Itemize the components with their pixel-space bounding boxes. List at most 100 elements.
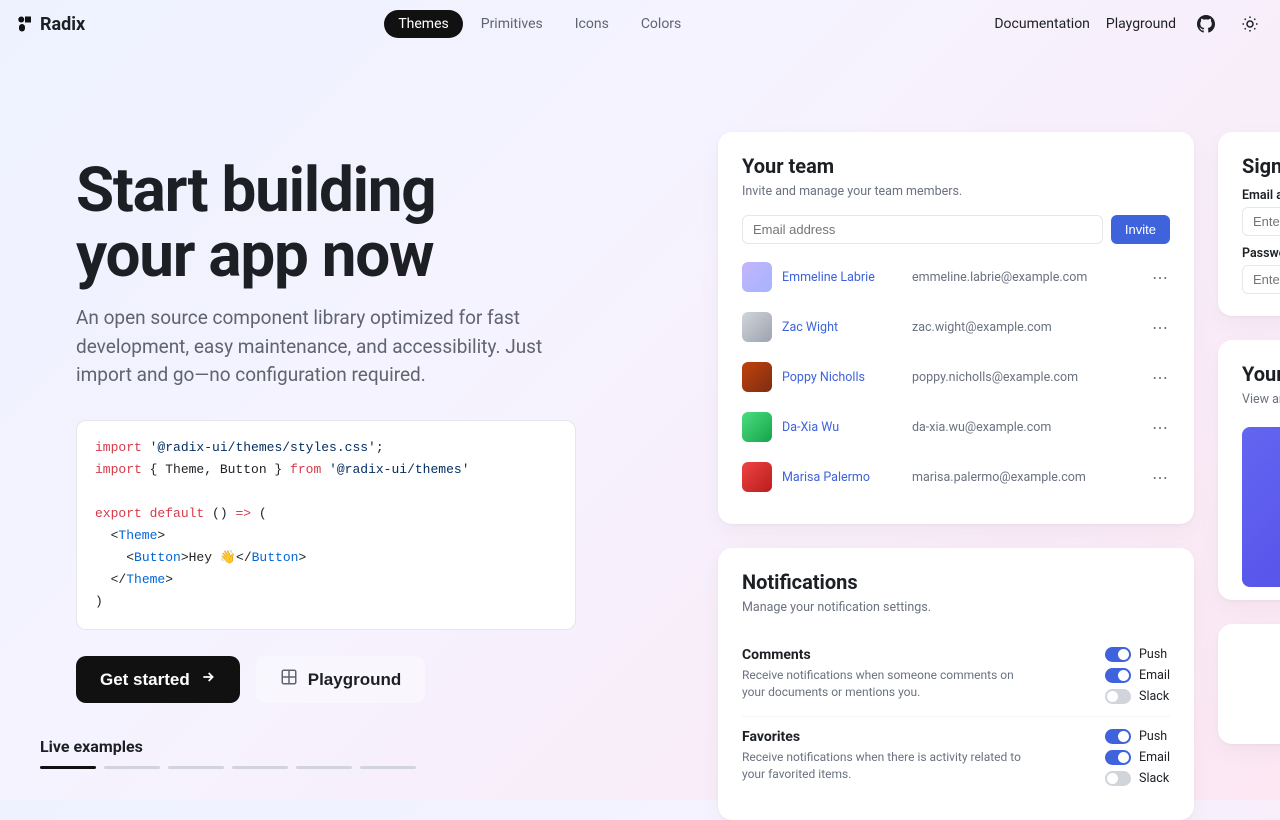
signup-password-input[interactable] — [1242, 265, 1280, 294]
avatar — [742, 412, 772, 442]
notif-item-title: Comments — [742, 647, 1105, 663]
notif-item-desc: Receive notifications when someone comme… — [742, 667, 1022, 701]
hero-title: Start building your app now — [76, 158, 620, 288]
channel-label: Slack — [1139, 689, 1169, 704]
grid-icon — [280, 668, 298, 691]
team-member-row: Emmeline Labrie emmeline.labrie@example.… — [742, 252, 1170, 302]
switch-slack[interactable] — [1105, 771, 1131, 786]
extra-card — [1218, 624, 1280, 744]
member-name[interactable]: Poppy Nicholls — [782, 370, 902, 385]
switch-push[interactable] — [1105, 647, 1131, 662]
avatar — [742, 262, 772, 292]
nav-tab-primitives[interactable]: Primitives — [467, 10, 557, 38]
member-name[interactable]: Marisa Palermo — [782, 470, 902, 485]
notif-item-desc: Receive notifications when there is acti… — [742, 749, 1022, 783]
logo-text: Radix — [40, 14, 85, 35]
invite-email-input[interactable] — [742, 215, 1103, 244]
member-menu-icon[interactable]: ⋯ — [1152, 468, 1170, 487]
switch-email[interactable] — [1105, 750, 1131, 765]
member-menu-icon[interactable]: ⋯ — [1152, 368, 1170, 387]
playground-label: Playground — [308, 670, 402, 690]
switch-email[interactable] — [1105, 668, 1131, 683]
notifications-title: Notifications — [742, 570, 1170, 594]
avatar — [742, 362, 772, 392]
avatar — [742, 312, 772, 342]
playground-button[interactable]: Playground — [256, 656, 426, 703]
notification-setting-row: Favorites Receive notifications when the… — [742, 717, 1170, 798]
live-tab-1[interactable] — [40, 766, 96, 769]
notifications-card: Notifications Manage your notification s… — [718, 548, 1194, 820]
profile-card: Your View an — [1218, 340, 1280, 600]
get-started-label: Get started — [100, 670, 190, 690]
nav-tab-themes[interactable]: Themes — [384, 10, 462, 38]
team-member-row: Zac Wight zac.wight@example.com ⋯ — [742, 302, 1170, 352]
team-member-row: Marisa Palermo marisa.palermo@example.co… — [742, 452, 1170, 502]
live-examples-tabs — [40, 766, 620, 769]
profile-title: Your — [1242, 362, 1280, 386]
invite-button[interactable]: Invite — [1111, 215, 1170, 244]
main-content: Start building your app now An open sour… — [0, 48, 1280, 769]
top-nav: Radix Themes Primitives Icons Colors Doc… — [0, 0, 1280, 48]
channel-label: Email — [1139, 668, 1170, 683]
arrow-right-icon — [200, 669, 216, 690]
nav-tab-icons[interactable]: Icons — [561, 10, 623, 38]
live-tab-2[interactable] — [104, 766, 160, 769]
live-examples: Live examples — [76, 737, 620, 769]
hero: Start building your app now An open sour… — [0, 48, 640, 769]
team-card: Your team Invite and manage your team me… — [718, 132, 1194, 524]
signup-card: Sign Email a Passwo — [1218, 132, 1280, 316]
channel-label: Push — [1139, 647, 1167, 662]
nav-right: Documentation Playground — [994, 10, 1264, 38]
radix-logo-icon — [16, 15, 34, 33]
cta-row: Get started Playground — [76, 656, 620, 703]
channel-label: Email — [1139, 750, 1170, 765]
code-snippet: import '@radix-ui/themes/styles.css'; im… — [76, 420, 576, 631]
member-email: zac.wight@example.com — [912, 320, 1142, 335]
channel-label: Push — [1139, 729, 1167, 744]
member-email: poppy.nicholls@example.com — [912, 370, 1142, 385]
team-subtitle: Invite and manage your team members. — [742, 184, 1170, 199]
member-email: da-xia.wu@example.com — [912, 420, 1142, 435]
team-title: Your team — [742, 154, 1170, 178]
member-email: marisa.palermo@example.com — [912, 470, 1142, 485]
notification-setting-row: Comments Receive notifications when some… — [742, 635, 1170, 717]
nav-link-documentation[interactable]: Documentation — [994, 16, 1090, 32]
profile-subtitle: View an — [1242, 392, 1280, 407]
hero-title-line1: Start building — [76, 154, 435, 227]
nav-tabs: Themes Primitives Icons Colors — [384, 10, 695, 38]
avatar — [742, 462, 772, 492]
member-menu-icon[interactable]: ⋯ — [1152, 318, 1170, 337]
signup-email-input[interactable] — [1242, 207, 1280, 236]
switch-push[interactable] — [1105, 729, 1131, 744]
live-tab-5[interactable] — [296, 766, 352, 769]
switch-slack[interactable] — [1105, 689, 1131, 704]
live-tab-3[interactable] — [168, 766, 224, 769]
hero-title-line2: your app now — [76, 219, 433, 292]
nav-tab-colors[interactable]: Colors — [627, 10, 695, 38]
notifications-subtitle: Manage your notification settings. — [742, 600, 1170, 615]
nav-link-playground[interactable]: Playground — [1106, 16, 1176, 32]
live-tab-4[interactable] — [232, 766, 288, 769]
demo-panels: Your team Invite and manage your team me… — [718, 132, 1280, 820]
live-tab-6[interactable] — [360, 766, 416, 769]
email-label: Email a — [1242, 188, 1280, 203]
password-label: Passwo — [1242, 246, 1280, 261]
member-name[interactable]: Zac Wight — [782, 320, 902, 335]
logo[interactable]: Radix — [16, 14, 85, 35]
channel-label: Slack — [1139, 771, 1169, 786]
signup-title: Sign — [1242, 154, 1280, 178]
member-menu-icon[interactable]: ⋯ — [1152, 268, 1170, 287]
member-name[interactable]: Da-Xia Wu — [782, 420, 902, 435]
live-examples-title: Live examples — [40, 737, 620, 756]
member-email: emmeline.labrie@example.com — [912, 270, 1142, 285]
notif-item-title: Favorites — [742, 729, 1105, 745]
member-name[interactable]: Emmeline Labrie — [782, 270, 902, 285]
profile-preview — [1242, 427, 1280, 587]
github-icon[interactable] — [1192, 10, 1220, 38]
member-menu-icon[interactable]: ⋯ — [1152, 418, 1170, 437]
team-member-row: Da-Xia Wu da-xia.wu@example.com ⋯ — [742, 402, 1170, 452]
theme-toggle-icon[interactable] — [1236, 10, 1264, 38]
get-started-button[interactable]: Get started — [76, 656, 240, 703]
team-member-row: Poppy Nicholls poppy.nicholls@example.co… — [742, 352, 1170, 402]
hero-subtitle: An open source component library optimiz… — [76, 304, 586, 390]
